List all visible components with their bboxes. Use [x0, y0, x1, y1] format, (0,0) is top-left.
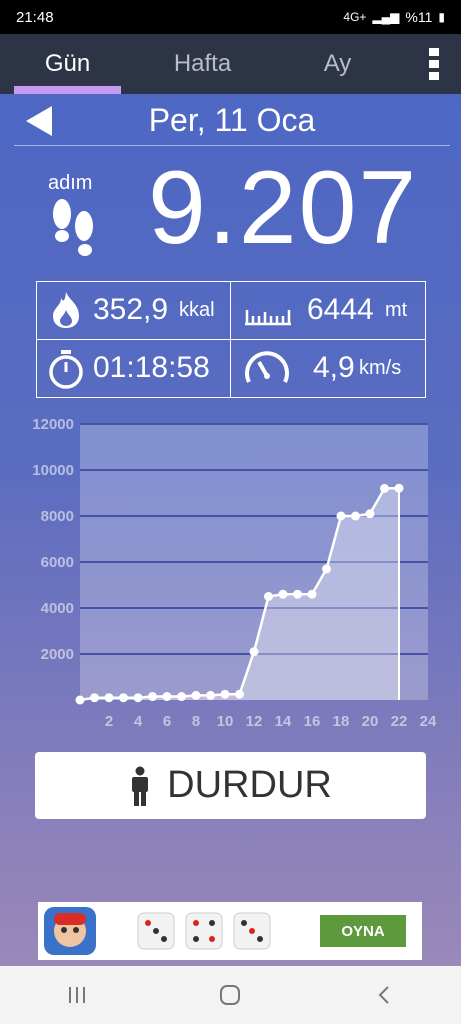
dice-icon	[137, 912, 175, 950]
x-tick-label: 24	[420, 713, 437, 730]
x-tick-label: 20	[362, 713, 379, 730]
tab-month[interactable]: Ay	[270, 34, 405, 94]
x-tick-label: 2	[105, 713, 113, 730]
x-tick-label: 12	[246, 713, 263, 730]
y-tick-label: 4000	[41, 600, 74, 617]
x-tick-label: 10	[217, 713, 234, 730]
x-tick-label: 4	[134, 713, 143, 730]
distance-value: 6444	[307, 293, 374, 326]
tab-bar: Gün Hafta Ay	[0, 34, 461, 94]
data-point	[307, 589, 317, 599]
data-point	[220, 689, 230, 699]
home-icon[interactable]	[210, 975, 250, 1015]
speed-unit: km/s	[359, 357, 402, 379]
data-point	[235, 689, 244, 699]
speed-value: 4,9	[313, 351, 355, 384]
steps-label: adım	[48, 172, 93, 194]
ad-play-button[interactable]: OYNA	[320, 915, 406, 947]
data-point	[119, 693, 128, 703]
steps-count: 9.207	[148, 150, 419, 266]
date-bar: Per, 11 Oca	[14, 98, 450, 146]
duration-value: 01:18:58	[93, 351, 210, 384]
data-point	[380, 483, 389, 493]
data-point	[351, 511, 360, 521]
y-tick-label: 2000	[41, 646, 74, 663]
calories-unit: kkal	[179, 299, 215, 321]
dice-icon	[185, 912, 223, 950]
stats-grid: 352,9 kkal 6444 mt 01:18:58 4,9 km/s	[36, 281, 426, 398]
status-bar: 21:48 4G+ ▂▄▆ %11 ▮	[0, 0, 461, 34]
ruler-icon	[245, 310, 291, 326]
signal-icon: ▂▄▆	[372, 10, 400, 24]
battery-percent: %11	[405, 9, 433, 25]
tab-day[interactable]: Gün	[0, 34, 135, 94]
calories-value: 352,9	[93, 293, 169, 326]
data-point	[336, 511, 346, 521]
x-tick-label: 14	[275, 713, 292, 730]
tab-week[interactable]: Hafta	[135, 34, 270, 94]
status-time: 21:48	[16, 8, 54, 26]
data-point	[148, 692, 157, 702]
ad-banner[interactable]: OYNA	[38, 902, 422, 960]
data-point	[191, 690, 201, 700]
stop-button-label: DURDUR	[167, 764, 332, 806]
x-tick-label: 8	[192, 713, 200, 730]
x-axis: 2 4 6 8 10 12 14 16 18 20 22 24	[105, 713, 437, 730]
y-tick-label: 10000	[32, 462, 74, 479]
distance-unit: mt	[385, 299, 408, 321]
steps-chart: 20004000600080001000012000 2 4 6 8 10 12 14 16 1…	[32, 416, 437, 730]
x-tick-label: 16	[304, 713, 321, 730]
x-tick-label: 22	[391, 713, 408, 730]
battery-icon: ▮	[438, 10, 445, 24]
data-point	[278, 589, 288, 599]
speed-cell: 4,9 km/s	[231, 340, 425, 397]
duration-cell: 01:18:58	[37, 340, 231, 397]
speedometer-icon	[245, 351, 289, 383]
ad-dice	[134, 909, 274, 953]
y-tick-label: 8000	[41, 508, 74, 525]
calories-cell: 352,9 kkal	[37, 282, 231, 340]
flame-icon	[53, 292, 79, 328]
overflow-menu-icon[interactable]	[429, 48, 439, 80]
date-title: Per, 11 Oca	[148, 102, 316, 138]
data-point	[162, 692, 172, 702]
person-icon	[132, 766, 149, 806]
data-point	[394, 483, 404, 493]
data-point	[365, 509, 375, 519]
ad-game-logo	[44, 907, 96, 955]
y-axis: 2000 4000 6000 8000 10000 12000	[32, 416, 74, 663]
distance-cell: 6444 mt	[231, 282, 425, 340]
back-icon[interactable]	[364, 975, 404, 1015]
data-point	[75, 695, 85, 705]
status-icons: 4G+ ▂▄▆ %11 ▮	[343, 9, 445, 25]
y-tick-label: 6000	[41, 554, 74, 571]
dice-icon	[233, 912, 271, 950]
data-point	[322, 564, 331, 574]
stop-button[interactable]: DURDUR	[35, 752, 426, 819]
data-point	[206, 690, 215, 700]
recent-apps-icon[interactable]	[57, 975, 97, 1015]
data-point	[90, 693, 99, 703]
data-point	[293, 589, 302, 599]
x-tick-label: 6	[163, 713, 171, 730]
stopwatch-icon	[49, 350, 83, 389]
data-point	[249, 647, 259, 657]
data-point	[177, 692, 186, 702]
data-point	[133, 693, 143, 703]
network-label: 4G+	[343, 10, 367, 24]
y-tick-label: 12000	[32, 416, 74, 433]
data-point	[264, 592, 273, 601]
data-point	[104, 693, 114, 703]
footprints-icon	[53, 199, 93, 256]
system-nav-bar	[0, 966, 461, 1024]
x-tick-label: 18	[333, 713, 350, 730]
